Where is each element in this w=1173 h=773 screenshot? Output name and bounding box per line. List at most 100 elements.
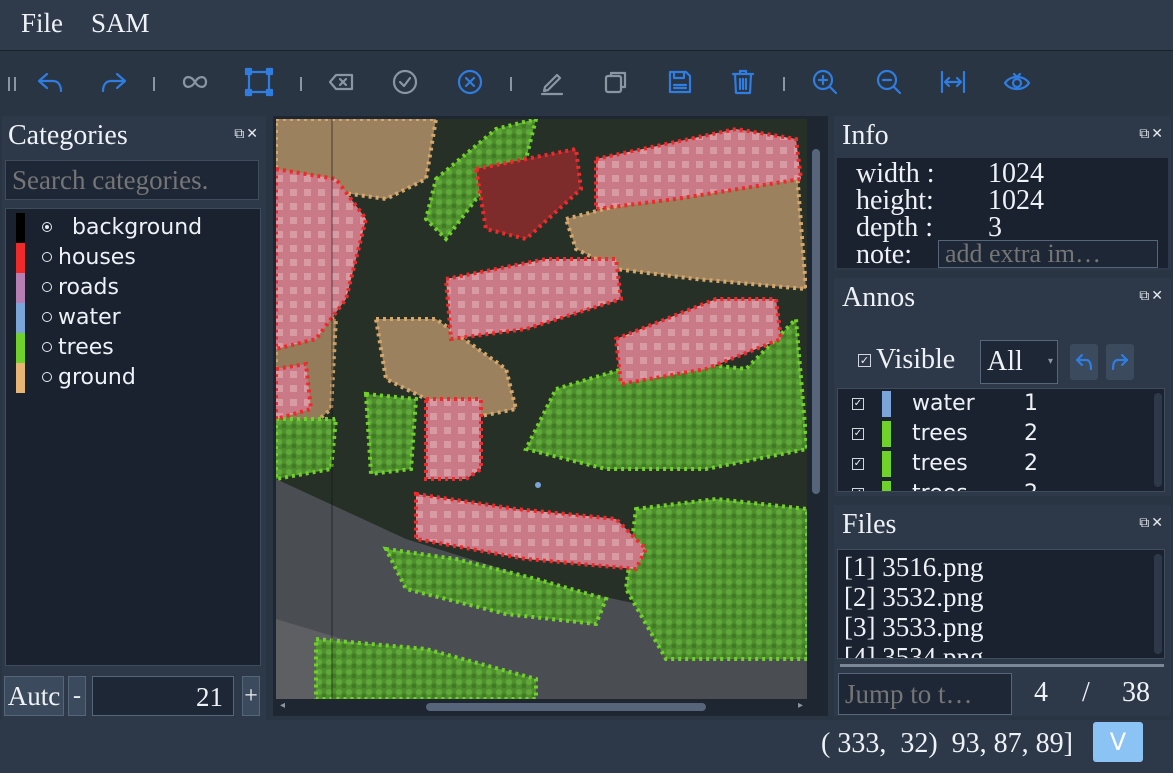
annotation-visible-checkbox[interactable]: ✓: [852, 458, 864, 470]
menu-file[interactable]: File: [21, 8, 63, 39]
menu-sam[interactable]: SAM: [91, 8, 150, 39]
decrement-button[interactable]: -: [68, 676, 86, 716]
anno-filter-select[interactable]: All ▾: [980, 340, 1058, 384]
category-color-swatch: [16, 333, 25, 363]
zoom-out-icon[interactable]: [872, 65, 906, 99]
check-circle-icon[interactable]: [388, 65, 422, 99]
fit-width-icon[interactable]: [936, 65, 970, 99]
annotation-list-scrollbar[interactable]: [1154, 393, 1162, 487]
note-input[interactable]: [938, 240, 1158, 268]
file-item[interactable]: [3] 3533.png: [844, 612, 983, 642]
visibility-icon[interactable]: [1000, 65, 1034, 99]
annotation-color-swatch: [882, 421, 891, 447]
anno-undo-button[interactable]: [1070, 344, 1098, 380]
annotation-item[interactable]: ✓ water 1: [838, 389, 1148, 419]
anno-redo-button[interactable]: [1106, 344, 1134, 380]
toolbar: [0, 51, 1173, 113]
image-canvas[interactable]: [276, 119, 807, 699]
copy-icon[interactable]: [599, 65, 633, 99]
category-label: trees: [58, 335, 114, 360]
annotation-item[interactable]: ✓ trees 2: [838, 479, 1148, 491]
category-list: background houses roads water trees ground: [5, 208, 261, 666]
category-radio[interactable]: [42, 372, 52, 382]
category-radio[interactable]: [42, 312, 52, 322]
category-item[interactable]: ground: [6, 363, 256, 393]
category-item[interactable]: roads: [6, 273, 256, 303]
panel-dock-buttons[interactable]: ⧉✕: [1139, 288, 1165, 304]
annotation-count: 2: [1024, 421, 1038, 446]
visible-label: Visible: [876, 344, 956, 375]
jump-to-input[interactable]: [838, 673, 1012, 715]
cancel-circle-icon[interactable]: [453, 65, 487, 99]
zoom-in-icon[interactable]: [808, 65, 842, 99]
annotation-color-swatch: [882, 391, 891, 417]
files-title: Files: [842, 509, 897, 540]
toolbar-separator: [510, 77, 512, 91]
polygon-box-icon[interactable]: [242, 65, 276, 99]
scroll-right-icon[interactable]: ▸: [798, 700, 803, 711]
toolbar-grip[interactable]: [8, 77, 16, 91]
canvas-horizontal-scrollbar[interactable]: ◂ ▸: [276, 700, 807, 713]
increment-button[interactable]: +: [242, 676, 260, 716]
panel-dock-buttons[interactable]: ⧉✕: [1139, 515, 1165, 531]
annotation-label: water: [912, 391, 975, 416]
file-item[interactable]: [1] 3516.png: [844, 552, 983, 582]
annotation-color-swatch: [882, 451, 891, 477]
redo-icon[interactable]: [97, 65, 131, 99]
annotation-item[interactable]: ✓ trees 2: [838, 449, 1148, 479]
satellite-image[interactable]: [276, 119, 807, 699]
chevron-down-icon: ▾: [1047, 356, 1053, 367]
category-radio[interactable]: [42, 282, 52, 292]
category-search-input[interactable]: [5, 160, 259, 200]
category-label: ground: [58, 365, 136, 390]
file-item[interactable]: [4] 3534.png: [844, 642, 983, 658]
current-page: 4: [1034, 677, 1048, 708]
panel-dock-buttons[interactable]: ⧉✕: [1139, 126, 1165, 142]
annotation-visible-checkbox[interactable]: ✓: [852, 398, 864, 410]
annos-panel: Annos ⧉✕ ✓ Visible All ▾ ✓ water 1 ✓ trees 2 ✓…: [834, 278, 1171, 496]
infinity-icon[interactable]: [178, 65, 212, 99]
canvas-vertical-scrollbar[interactable]: [809, 119, 823, 699]
files-panel: Files ⧉✕ [1] 3516.png [2] 3532.png [3] 353…: [834, 505, 1171, 716]
annotation-label: trees: [912, 451, 968, 476]
delete-icon[interactable]: [726, 65, 760, 99]
height-label: height:: [856, 185, 934, 216]
category-item[interactable]: trees: [6, 333, 256, 363]
clear-icon[interactable]: [324, 65, 358, 99]
category-item[interactable]: background: [6, 213, 256, 243]
auto-button[interactable]: Autc: [4, 676, 64, 716]
category-color-swatch: [16, 303, 25, 333]
edit-icon[interactable]: [535, 65, 569, 99]
visible-checkbox[interactable]: ✓: [858, 354, 871, 367]
category-item[interactable]: houses: [6, 243, 256, 273]
category-item[interactable]: water: [6, 303, 256, 333]
annotation-count: 1: [1024, 391, 1038, 416]
category-radio[interactable]: [42, 222, 52, 232]
category-label: houses: [58, 245, 136, 270]
width-label: width :: [856, 158, 935, 189]
scrollbar-thumb[interactable]: [812, 149, 820, 494]
category-label: water: [58, 305, 121, 330]
v-button[interactable]: V: [1093, 722, 1143, 762]
scrollbar-thumb[interactable]: [426, 703, 706, 711]
status-bar: ( 333, 32) 93, 87, 89]: [0, 720, 1173, 773]
scroll-left-icon[interactable]: ◂: [280, 700, 285, 711]
annotation-visible-checkbox[interactable]: ✓: [852, 488, 864, 491]
canvas-area: ◂ ▸: [273, 116, 828, 716]
annotation-color-swatch: [882, 481, 891, 491]
undo-icon[interactable]: [33, 65, 67, 99]
annotation-visible-checkbox[interactable]: ✓: [852, 428, 864, 440]
annotation-item[interactable]: ✓ trees 2: [838, 419, 1148, 449]
toolbar-separator: [153, 77, 155, 91]
width-value: 1024: [988, 158, 1044, 189]
file-list-splitter[interactable]: [840, 664, 1164, 667]
save-icon[interactable]: [663, 65, 697, 99]
category-color-swatch: [16, 213, 25, 243]
file-item[interactable]: [2] 3532.png: [844, 582, 983, 612]
file-list-scrollbar[interactable]: [1154, 554, 1162, 654]
total-pages: 38: [1122, 677, 1150, 708]
panel-dock-buttons[interactable]: ⧉✕: [234, 126, 260, 142]
step-value-field[interactable]: 21: [92, 676, 234, 716]
category-radio[interactable]: [42, 252, 52, 262]
category-radio[interactable]: [42, 342, 52, 352]
